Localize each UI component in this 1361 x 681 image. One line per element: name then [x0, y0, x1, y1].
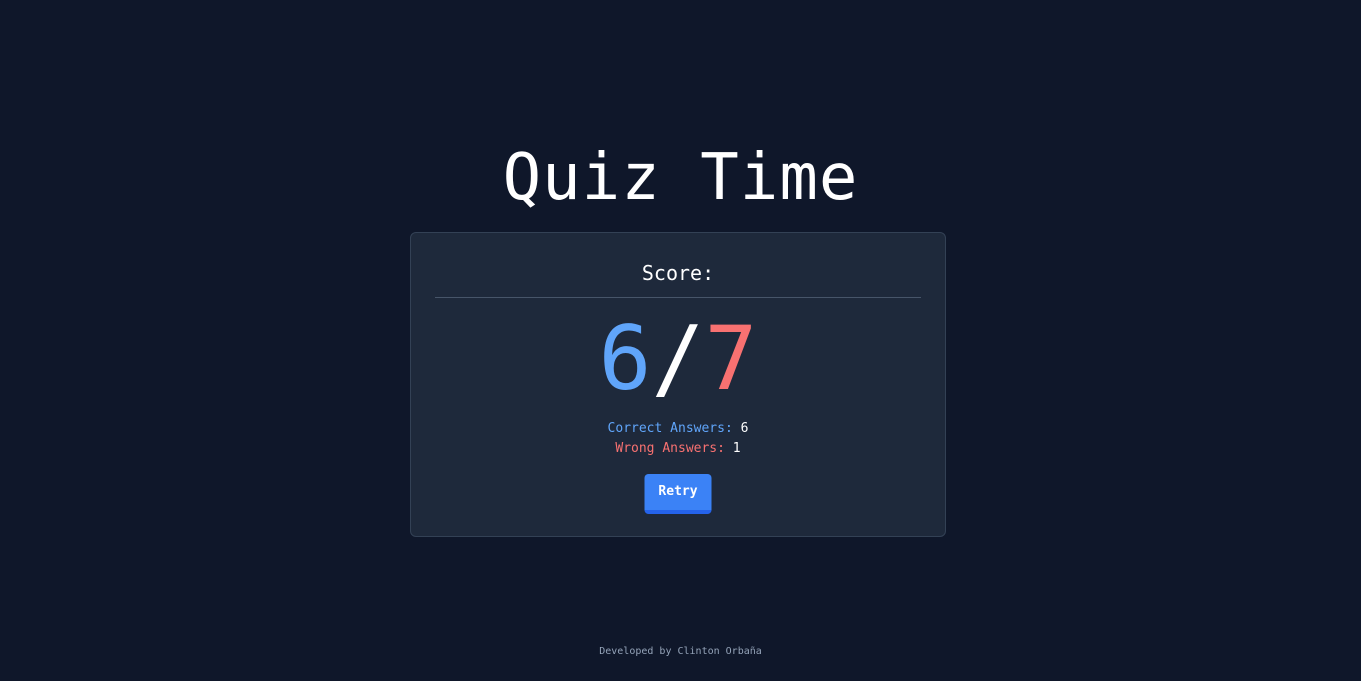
wrong-answers-label: Wrong Answers:: [615, 441, 725, 456]
wrong-answers-value: 1: [732, 441, 741, 456]
retry-button[interactable]: Retry: [644, 474, 712, 514]
score-card: Score: 6/7 Correct Answers: 6 Wrong Answ…: [410, 232, 946, 537]
footer-credit: Developed by Clinton Orbaña: [599, 646, 762, 657]
score-label: Score:: [641, 261, 715, 285]
page-title: Quiz Time: [502, 141, 859, 215]
correct-answers-stat: Correct Answers: 6: [411, 420, 945, 438]
correct-answers-label: Correct Answers:: [607, 421, 733, 436]
score-separator: /: [651, 307, 705, 410]
wrong-answers-stat: Wrong Answers: 1: [411, 440, 945, 458]
score-total-count: 7: [704, 307, 758, 410]
score-display: 6/7: [411, 309, 945, 409]
score-correct-count: 6: [598, 307, 652, 410]
page: Quiz Time Score: 6/7 Correct Answers: 6 …: [0, 0, 1361, 681]
divider: [435, 297, 921, 298]
correct-answers-value: 6: [740, 421, 749, 436]
